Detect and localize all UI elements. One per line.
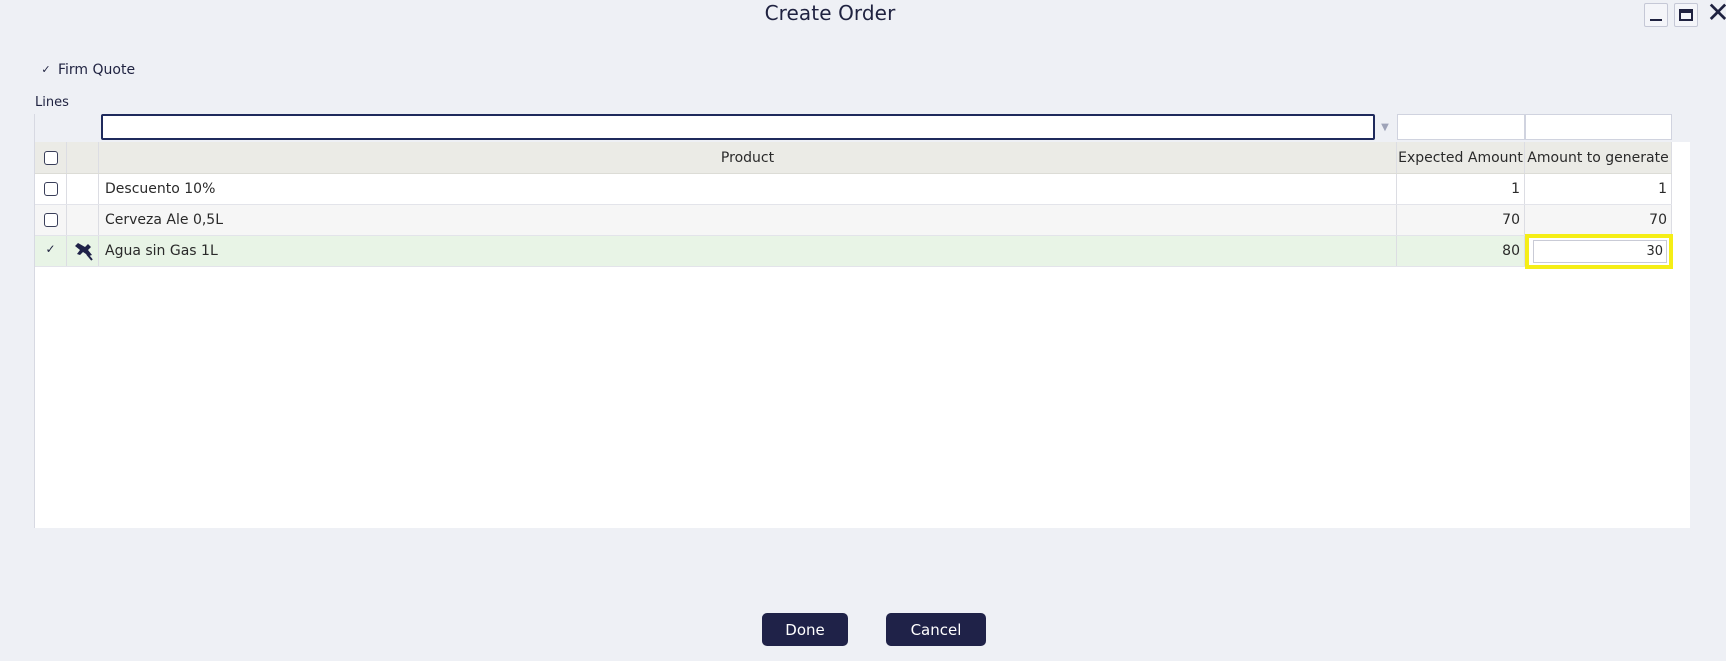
row-check-cell: ✓ (35, 236, 67, 266)
amount-to-generate-input[interactable]: 30 (1533, 240, 1667, 263)
lines-label: Lines (35, 95, 69, 110)
select-all-checkbox[interactable] (43, 150, 58, 165)
table-row-selected[interactable]: ✓ Agua sin Gas 1L 80 30 (35, 234, 1673, 269)
amount-to-generate-column-header[interactable]: Amount to generate (1525, 142, 1672, 173)
close-icon[interactable]: ✕ (1704, 0, 1726, 29)
row-check-cell (35, 174, 67, 204)
grid-header: Product Expected Amount Amount to genera… (35, 142, 1672, 174)
row-checkbox[interactable] (43, 213, 58, 227)
minimize-icon[interactable] (1644, 3, 1668, 27)
icon-column-header (67, 142, 99, 173)
product-cell[interactable]: Agua sin Gas 1L (99, 236, 1397, 266)
filter-dropdown-icon[interactable]: ▼ (1377, 120, 1393, 136)
product-filter-input[interactable] (101, 114, 1375, 140)
expected-amount-cell: 1 (1397, 174, 1525, 204)
cancel-button[interactable]: Cancel (886, 613, 986, 646)
row-check-cell (35, 205, 67, 235)
lines-grid: ▼ Product Expected Amount Amount to gene… (34, 114, 1690, 528)
dialog-footer: Done Cancel (0, 613, 1726, 646)
firm-quote-checkbox[interactable]: ✓ (40, 64, 52, 76)
firm-quote-option[interactable]: ✓ Firm Quote (40, 62, 135, 78)
create-order-dialog: Create Order ✕ ✓ Firm Quote Lines ▼ Prod… (0, 0, 1726, 661)
expected-amount-column-header[interactable]: Expected Amount (1397, 142, 1525, 173)
amount-to-generate-cell[interactable]: 70 (1525, 205, 1672, 235)
expected-amount-cell: 80 (1397, 236, 1525, 266)
expected-amount-filter-input[interactable] (1397, 114, 1525, 140)
dialog-title: Create Order (764, 1, 896, 25)
table-row[interactable]: Descuento 10% 1 1 (35, 174, 1672, 205)
row-icon-cell (67, 205, 99, 235)
product-column-header[interactable]: Product (99, 142, 1397, 173)
firm-quote-label: Firm Quote (58, 62, 136, 78)
filter-row: ▼ (35, 114, 1690, 142)
product-cell[interactable]: Cerveza Ale 0,5L (99, 205, 1397, 235)
amount-to-generate-editor[interactable]: 30 (1525, 234, 1673, 269)
window-controls: ✕ (1644, 0, 1726, 29)
row-checkbox[interactable] (43, 182, 58, 196)
expected-amount-cell: 70 (1397, 205, 1525, 235)
maximize-icon[interactable] (1674, 3, 1698, 27)
product-cell[interactable]: Descuento 10% (99, 174, 1397, 204)
row-icon-cell (67, 174, 99, 204)
amount-to-generate-filter-input[interactable] (1525, 114, 1672, 140)
done-button[interactable]: Done (762, 613, 848, 646)
row-icon-cell (67, 236, 99, 266)
select-all-cell (35, 142, 67, 173)
row-checkbox-checked[interactable]: ✓ (44, 243, 58, 258)
pin-icon[interactable] (72, 241, 94, 261)
amount-to-generate-cell[interactable]: 1 (1525, 174, 1672, 204)
table-row[interactable]: Cerveza Ale 0,5L 70 70 (35, 205, 1672, 236)
